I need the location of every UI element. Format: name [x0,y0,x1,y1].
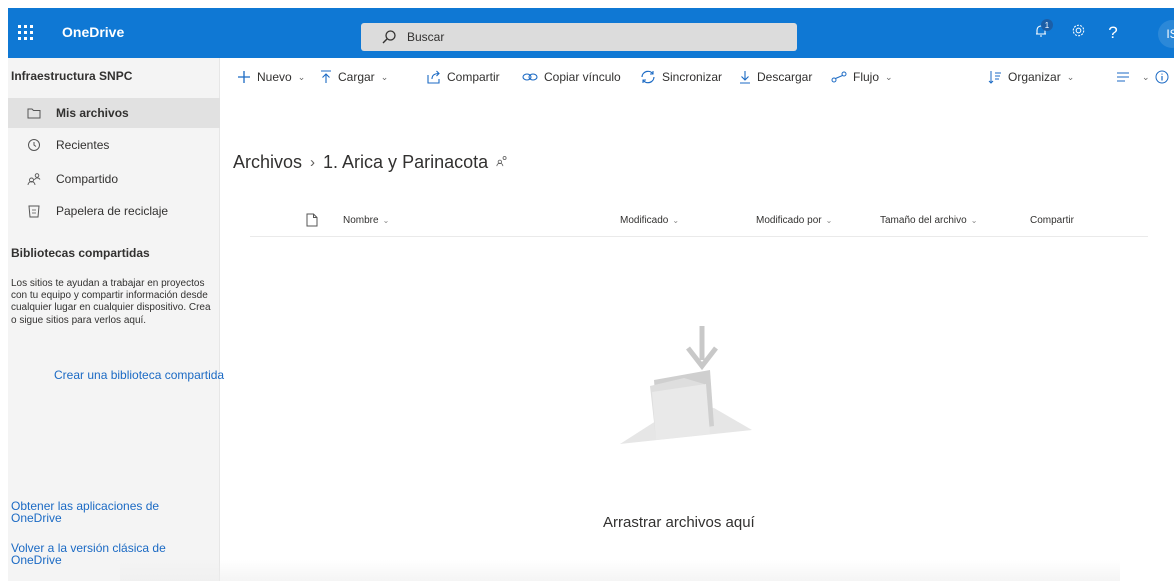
share-button[interactable]: Compartir [427,58,500,96]
search-input[interactable]: Buscar [361,23,797,51]
column-size[interactable]: Tamaño del archivo ⌄ [880,215,977,226]
chevron-down-icon: ⌄ [672,216,680,225]
nav-item-compartido[interactable]: Compartido [8,164,220,194]
sync-button[interactable]: Sincronizar [640,58,722,96]
shared-libraries-heading: Bibliotecas compartidas [11,246,150,260]
column-size-label: Tamaño del archivo [880,215,967,226]
notifications-button[interactable]: 1 [1028,19,1054,46]
chevron-down-icon: ⌄ [297,71,306,82]
settings-button[interactable] [1065,20,1091,46]
get-apps-link[interactable]: Obtener las aplicaciones de OneDrive [11,500,211,524]
nav-item-label: Compartido [56,172,119,186]
suite-bar: OneDrive Buscar 1 ? IS [0,0,1174,58]
chevron-down-icon: ⌄ [1142,71,1150,82]
create-shared-library-link[interactable]: Crear una biblioteca compartida [54,368,224,382]
bottom-shadow [120,560,1120,581]
nav-item-label: Papelera de reciclaje [56,204,169,218]
column-name-label: Nombre [343,215,379,226]
download-label: Descargar [757,70,813,84]
avatar[interactable]: IS [1158,20,1174,48]
upload-icon [320,70,332,84]
search-placeholder: Buscar [407,30,445,44]
download-button[interactable]: Descargar [739,58,812,96]
site-title: Infraestructura SNPC [11,69,133,83]
column-modified-by-label: Modificado por [756,215,822,226]
column-modified-by[interactable]: Modificado por ⌄ [756,215,832,226]
column-sharing[interactable]: Compartir [1030,215,1074,226]
nav-item-recientes[interactable]: Recientes [8,130,220,160]
column-name[interactable]: Nombre ⌄ [343,215,389,226]
view-list-icon [1116,71,1130,83]
column-sharing-label: Compartir [1030,215,1074,226]
app-title[interactable]: OneDrive [62,24,124,40]
chevron-down-icon: ⌄ [970,216,978,225]
file-list-header: Nombre ⌄ Modificado ⌄ Modificado por ⌄ Tama… [250,205,1148,237]
upload-button[interactable]: Cargar ⌄ [320,58,388,96]
help-button[interactable]: ? [1100,20,1126,46]
left-navigation: Infraestructura SNPC Mis archivos Recien… [8,58,224,581]
sync-icon [640,70,656,84]
download-icon [739,70,751,84]
suite-bar-header: OneDrive Buscar 1 ? IS [8,8,1174,58]
copy-link-label: Copiar vínculo [544,70,621,84]
view-options-button[interactable]: ⌄ [1116,58,1150,96]
gear-icon [1071,23,1086,43]
column-modified-label: Modificado [620,215,669,226]
help-icon: ? [1108,23,1118,42]
new-label: Nuevo [257,70,292,84]
chevron-down-icon: ⌄ [885,71,893,82]
nav-item-papelera[interactable]: Papelera de reciclaje [8,196,220,226]
search-icon [381,29,397,45]
share-icon [427,70,441,84]
folder-icon [26,105,42,121]
chevron-down-icon: ⌄ [825,216,833,225]
flow-label: Flujo [853,70,880,84]
nav-item-label: Mis archivos [56,106,129,120]
shared-people-icon [496,155,508,170]
empty-folder-illustration [612,322,760,452]
command-bar: Nuevo ⌄ Cargar ⌄ Compartir Copiar víncul… [221,58,1174,96]
copy-link-button[interactable]: Copiar vínculo [522,58,621,96]
chevron-down-icon: ⌄ [380,71,389,82]
flow-button[interactable]: Flujo ⌄ [831,58,893,96]
breadcrumb-root[interactable]: Archivos [233,152,302,173]
chevron-down-icon: ⌄ [382,216,390,225]
shared-libraries-description: Los sitios te ayudan a trabajar en proye… [11,278,211,326]
recycle-bin-icon [26,203,42,219]
chevron-down-icon: ⌄ [1066,71,1075,82]
breadcrumb-current: 1. Arica y Parinacota [323,152,489,172]
share-label: Compartir [447,70,500,84]
new-button[interactable]: Nuevo ⌄ [237,58,305,96]
sync-label: Sincronizar [662,70,723,84]
clock-icon [26,137,42,153]
flow-icon [831,71,847,83]
sort-icon [988,70,1002,84]
column-modified[interactable]: Modificado ⌄ [620,215,679,226]
app-launcher-icon[interactable] [16,23,36,43]
chevron-right-icon: › [310,154,316,171]
plus-icon [237,70,251,84]
info-icon [1155,70,1169,84]
upload-label: Cargar [338,70,375,84]
drop-files-text: Arrastrar archivos aquí [603,514,755,531]
info-button[interactable] [1155,58,1174,96]
sort-label: Organizar [1008,70,1061,84]
nav-item-label: Recientes [56,138,110,152]
breadcrumb: Archivos › 1. Arica y Parinacota [233,152,508,173]
people-icon [26,171,42,187]
sort-button[interactable]: Organizar ⌄ [988,58,1074,96]
notification-count-badge: 1 [1041,19,1053,31]
file-type-icon[interactable] [306,213,318,227]
nav-item-mis-archivos[interactable]: Mis archivos [8,98,220,128]
link-icon [522,71,538,83]
